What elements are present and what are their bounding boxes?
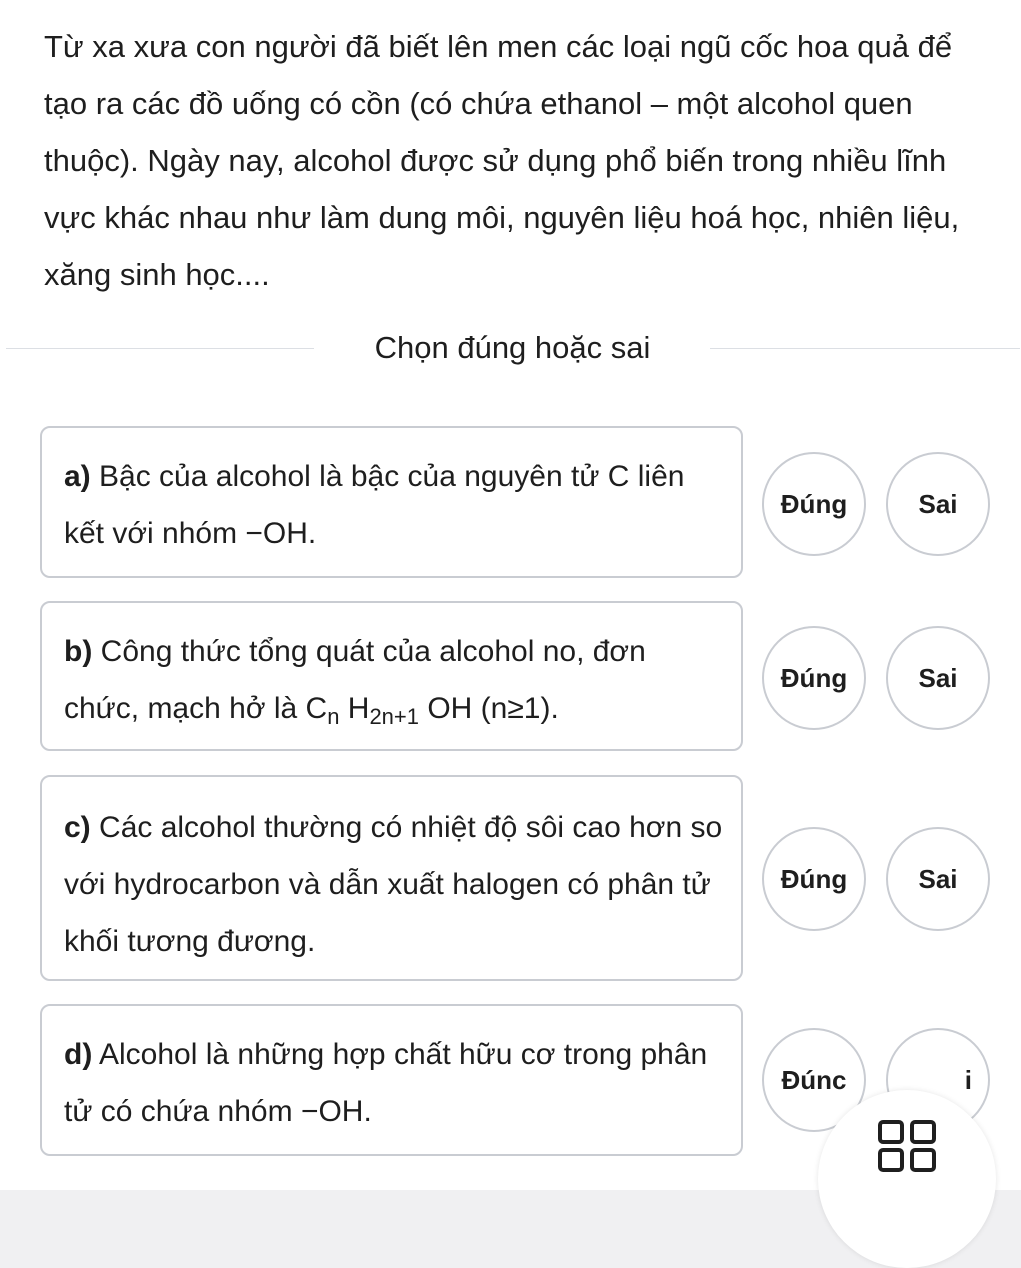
true-button-c[interactable]: Đúng [762, 827, 866, 931]
question-card-d: d) Alcohol là những hợp chất hữu cơ tron… [40, 1004, 743, 1156]
divider-line-right [710, 348, 1020, 349]
true-button-b[interactable]: Đúng [762, 626, 866, 730]
formula-h: H [339, 692, 370, 725]
grid-icon [878, 1120, 936, 1177]
question-prefix-b: b) [64, 635, 93, 668]
question-body-d: Alcohol là những hợp chất hữu cơ trong p… [64, 1038, 708, 1128]
question-card-b: b) Công thức tổng quát của alcohol no, đ… [40, 601, 743, 751]
true-button-a[interactable]: Đúng [762, 452, 866, 556]
question-card-c: c) Các alcohol thường có nhiệt độ sôi ca… [40, 775, 743, 981]
question-text-d: d) Alcohol là những hợp chất hữu cơ tron… [64, 1026, 724, 1140]
question-text-c: c) Các alcohol thường có nhiệt độ sôi ca… [64, 799, 724, 970]
question-card-a: a) Bậc của alcohol là bậc của nguyên tử … [40, 426, 743, 578]
divider-line-left [6, 348, 314, 349]
question-body-a: Bậc của alcohol là bậc của nguyên tử C l… [64, 460, 685, 550]
question-body-c: Các alcohol thường có nhiệt độ sôi cao h… [64, 811, 723, 958]
question-prefix-d: d) [64, 1038, 93, 1071]
question-grid-button[interactable] [818, 1090, 996, 1268]
section-title: Chọn đúng hoặc sai [374, 330, 651, 365]
question-text-a: a) Bậc của alcohol là bậc của nguyên tử … [64, 448, 724, 562]
question-prefix-a: a) [64, 460, 91, 493]
false-button-c[interactable]: Sai [886, 827, 990, 931]
question-page: Từ xa xưa con người đã biết lên men các … [0, 0, 1021, 1268]
formula-subscript-2n1: 2n+1 [369, 704, 419, 729]
false-button-a[interactable]: Sai [886, 452, 990, 556]
question-prefix-c: c) [64, 811, 91, 844]
formula-subscript-n: n [327, 704, 340, 729]
intro-paragraph: Từ xa xưa con người đã biết lên men các … [44, 29, 960, 292]
formula-tail: OH (n≥1). [419, 692, 559, 725]
section-divider: Chọn đúng hoặc sai [0, 318, 1021, 378]
false-button-b[interactable]: Sai [886, 626, 990, 730]
question-text-b: b) Công thức tổng quát của alcohol no, đ… [64, 623, 724, 745]
